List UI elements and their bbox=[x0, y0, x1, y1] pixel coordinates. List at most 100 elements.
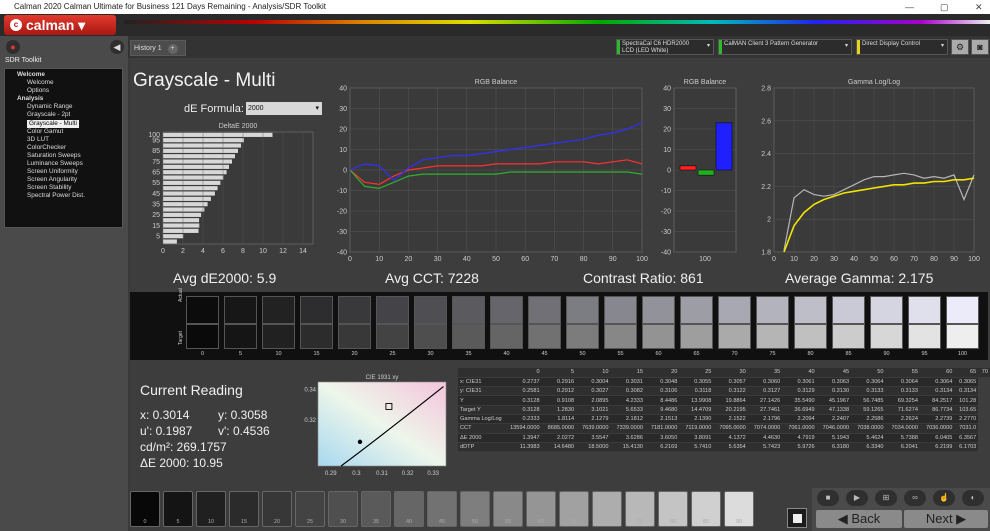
table-row: y: CIE31 0.2581 0.2912 0.3027 0.3082 0.3106 0.… bbox=[458, 386, 990, 397]
minimize-icon[interactable]: — bbox=[905, 0, 914, 14]
options-icon[interactable]: ◐ bbox=[962, 490, 984, 506]
de-bar bbox=[163, 218, 200, 223]
table-cell: 0.3061 bbox=[782, 377, 817, 388]
patch-button[interactable]: 85 bbox=[691, 491, 721, 527]
save-icon[interactable]: ⊞ bbox=[875, 490, 897, 506]
rgb-balance-chart: RGB Balance403020100-10-20-30-400 10 20 30 4… bbox=[337, 79, 648, 263]
table-cell: 7046.0000 bbox=[816, 423, 852, 434]
table-cell: 2.1390 bbox=[679, 414, 714, 425]
patch-button[interactable]: 65 bbox=[559, 491, 589, 527]
pattern-generator-selector[interactable]: CalMAN Client 3 Pattern Generator ▾ bbox=[718, 39, 852, 55]
patch-button[interactable]: 80 bbox=[658, 491, 688, 527]
y-tick-label: 0 bbox=[343, 168, 347, 175]
tree-item[interactable]: Screen Angularity bbox=[7, 176, 120, 184]
x-tick-label: 100 bbox=[636, 256, 648, 263]
y-tick-label: 0.34 bbox=[304, 388, 316, 394]
tab-history-1[interactable]: History 1 + bbox=[130, 40, 186, 56]
de-bar bbox=[163, 159, 232, 164]
add-tab-icon[interactable]: + bbox=[167, 44, 178, 54]
display-control-selector[interactable]: Direct Display Control ▾ bbox=[856, 39, 948, 55]
actual-swatch bbox=[566, 296, 599, 324]
patch-button[interactable]: 60 bbox=[526, 491, 556, 527]
y-tick-label: -10 bbox=[337, 188, 347, 195]
y-tick-label: 10 bbox=[663, 147, 671, 154]
stop-measure-icon[interactable]: ■ bbox=[817, 490, 839, 506]
play-icon[interactable]: ▶ bbox=[846, 490, 868, 506]
tree-item[interactable]: Screen Uniformity bbox=[7, 168, 120, 176]
patch-button[interactable]: 15 bbox=[229, 491, 259, 527]
collapse-panel-icon[interactable]: ◀ bbox=[110, 40, 124, 54]
patch-button[interactable]: 10 bbox=[196, 491, 226, 527]
meter-device-selector[interactable]: SpectraCal C6 HDR2000 LCD (LED White) ▾ bbox=[616, 39, 714, 55]
patch-label: 45 bbox=[439, 519, 445, 525]
device-status-bar bbox=[857, 40, 860, 54]
patch-button[interactable]: 40 bbox=[394, 491, 424, 527]
table-cell: 7034.0000 bbox=[885, 423, 920, 434]
patch-button[interactable]: 55 bbox=[493, 491, 523, 527]
patch-button[interactable]: 25 bbox=[295, 491, 325, 527]
x-tick-label: 70 bbox=[551, 256, 559, 263]
table-cell: 3.6050 bbox=[644, 433, 680, 443]
table-cell: 0.3134 bbox=[954, 386, 979, 397]
tree-item[interactable]: 3D LUT bbox=[7, 136, 120, 144]
de-formula-select[interactable]: 2000 ▾ bbox=[246, 102, 322, 115]
tree-item[interactable]: Saturation Sweeps bbox=[7, 152, 120, 160]
swatch-level-label: 55 bbox=[617, 351, 624, 357]
tree-item[interactable]: Screen Stability bbox=[7, 184, 120, 192]
hand-icon[interactable]: ☝ bbox=[933, 490, 955, 506]
tree-item[interactable]: Color Gamut bbox=[7, 128, 120, 136]
patch-button[interactable]: 45 bbox=[427, 491, 457, 527]
tree-item[interactable]: Welcome bbox=[7, 71, 120, 79]
table-cell: 0.2737 bbox=[503, 377, 542, 388]
calman-logo[interactable]: c calman ▾ bbox=[4, 15, 116, 35]
target-swatch bbox=[756, 324, 789, 349]
de-bar bbox=[163, 143, 241, 148]
patch-button[interactable]: 5 bbox=[163, 491, 193, 527]
plot-area bbox=[317, 381, 447, 467]
tree-item[interactable]: ColorChecker bbox=[7, 144, 120, 152]
tree-item[interactable]: Dynamic Range bbox=[7, 103, 120, 111]
tree-item[interactable]: Analysis bbox=[7, 95, 120, 103]
maximize-icon[interactable]: ▢ bbox=[940, 0, 949, 14]
actual-label: Actual bbox=[178, 288, 184, 302]
settings-gear-icon[interactable]: ⚙ bbox=[951, 39, 969, 55]
table-cell: 7639.0000 bbox=[576, 423, 611, 434]
record-icon[interactable]: ● bbox=[6, 40, 20, 54]
tree-item[interactable]: Spectral Power Dist. bbox=[7, 192, 120, 200]
tab-bar: History 1 + SpectraCal C6 HDR2000 LCD (LE… bbox=[128, 36, 990, 58]
tree-item[interactable]: Grayscale - Multi bbox=[7, 119, 120, 128]
patch-button[interactable]: 0 bbox=[130, 491, 160, 527]
back-label: Back bbox=[851, 511, 881, 526]
table-row-label: CCT bbox=[458, 423, 504, 434]
patch-button[interactable]: 35 bbox=[361, 491, 391, 527]
next-button[interactable]: Next ▶ bbox=[904, 510, 988, 528]
patch-button[interactable]: 90 bbox=[724, 491, 754, 527]
tree-item[interactable]: Luminance Sweeps bbox=[7, 160, 120, 168]
logo-mark-icon: c bbox=[10, 19, 22, 31]
tree-item[interactable]: Options bbox=[7, 87, 120, 95]
table-cell: 2.1513 bbox=[644, 414, 680, 425]
actual-swatch bbox=[414, 296, 447, 324]
back-button[interactable]: ◀ Back bbox=[816, 510, 902, 528]
stop-button[interactable] bbox=[787, 508, 807, 528]
current-luminance: cd/m²: 269.1757 bbox=[140, 440, 227, 454]
camera-icon[interactable]: ◙ bbox=[971, 39, 989, 55]
y-tick-label: 20 bbox=[663, 127, 671, 134]
patch-button[interactable]: 30 bbox=[328, 491, 358, 527]
close-icon[interactable]: ✕ bbox=[975, 0, 983, 14]
patch-button[interactable]: 20 bbox=[262, 491, 292, 527]
table-cell: 5.9726 bbox=[782, 442, 817, 453]
target-swatch bbox=[908, 324, 941, 349]
loop-icon[interactable]: ∞ bbox=[904, 490, 926, 506]
swatch-level-label: 100 bbox=[957, 351, 968, 357]
patch-label: 85 bbox=[703, 519, 709, 525]
tree-item[interactable]: Welcome bbox=[7, 79, 120, 87]
table-cell: 2.0895 bbox=[576, 395, 611, 406]
patch-button[interactable]: 50 bbox=[460, 491, 490, 527]
patch-button[interactable]: 75 bbox=[625, 491, 655, 527]
table-cell: 0.3064 bbox=[851, 377, 886, 388]
patch-button[interactable]: 70 bbox=[592, 491, 622, 527]
x-tick-label: 0.31 bbox=[376, 471, 388, 477]
table-cell: 0.3065 bbox=[954, 377, 979, 388]
tree-item[interactable]: Grayscale - 2pt bbox=[7, 111, 120, 119]
